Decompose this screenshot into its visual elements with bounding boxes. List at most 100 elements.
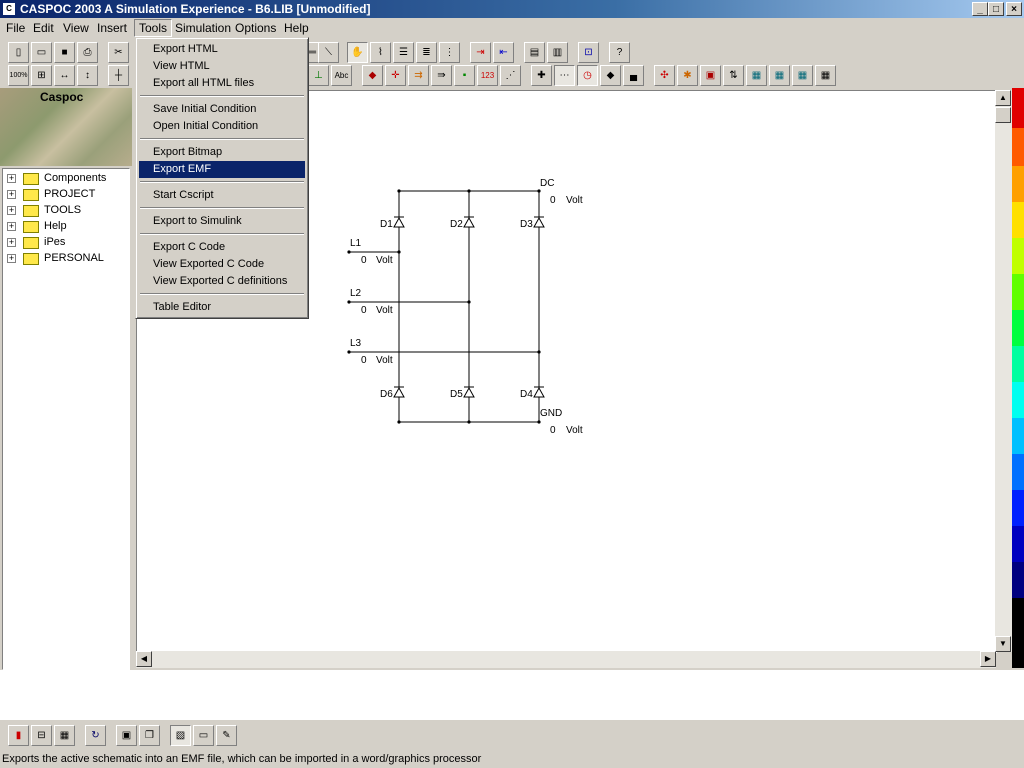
menu-item-export-c-code[interactable]: Export C Code	[139, 239, 305, 256]
cut-scissors-icon[interactable]: ✂	[108, 42, 129, 63]
menu-help[interactable]: Help	[284, 21, 309, 35]
new-file-icon[interactable]: ▯	[8, 42, 29, 63]
diode-d2[interactable]	[463, 216, 475, 228]
output-connector-icon[interactable]: ⇤	[493, 42, 514, 63]
scope-tool-icon[interactable]: ⌇	[370, 42, 391, 63]
color-palette-bar[interactable]	[1012, 88, 1024, 668]
menu-item-start-cscript[interactable]: Start Cscript	[139, 187, 305, 204]
list-icon[interactable]: ☰	[393, 42, 414, 63]
scroll-up-arrow-icon[interactable]: ▲	[995, 90, 1011, 106]
chip-icon-2[interactable]: ▦	[769, 65, 790, 86]
vertical-scroll-thumb[interactable]	[995, 107, 1011, 123]
text-tool-button[interactable]: Abc	[331, 65, 352, 86]
hand-tool-icon[interactable]: ✋	[347, 42, 368, 63]
transfer-icon[interactable]: ⇉	[408, 65, 429, 86]
menu-file[interactable]: File	[6, 21, 25, 35]
block-icon[interactable]: ▪	[454, 65, 475, 86]
bottom-refresh-icon[interactable]: ↻	[85, 725, 106, 746]
scroll-left-arrow-icon[interactable]: ◀	[136, 651, 152, 667]
menu-item-save-initial-condition[interactable]: Save Initial Condition	[139, 101, 305, 118]
parameters-icon[interactable]: ⋮	[439, 42, 460, 63]
menu-item-export-html[interactable]: Export HTML	[139, 41, 305, 58]
menu-item-view-exported-c-code[interactable]: View Exported C Code	[139, 256, 305, 273]
app-icon[interactable]: C	[3, 3, 15, 15]
vertical-scrollbar[interactable]: ▲ ▼	[995, 90, 1012, 652]
node-cross-icon[interactable]: ✛	[385, 65, 406, 86]
zoom-width-icon[interactable]: ↔	[54, 65, 75, 86]
zoom-height-icon[interactable]: ↕	[77, 65, 98, 86]
forward-arrows-icon[interactable]: ⇛	[431, 65, 452, 86]
clock-icon[interactable]: ◷	[577, 65, 598, 86]
menu-item-view-exported-c-definitions[interactable]: View Exported C definitions	[139, 273, 305, 290]
bottom-cascade-icon[interactable]: ❐	[139, 725, 160, 746]
run-icon[interactable]: ◆	[600, 65, 621, 86]
menu-simulation[interactable]: Simulation	[175, 21, 231, 35]
grid-icon[interactable]: ⋯	[554, 65, 575, 86]
scroll-right-arrow-icon[interactable]: ▶	[980, 651, 996, 667]
expand-icon[interactable]: +	[7, 254, 16, 263]
bottom-image-icon[interactable]: ▧	[170, 725, 191, 746]
diode-d3[interactable]	[533, 216, 545, 228]
simulation-step-icon[interactable]: ▣	[700, 65, 721, 86]
diode-d5[interactable]	[463, 386, 475, 398]
menu-item-export-emf[interactable]: Export EMF	[139, 161, 305, 178]
counter-button[interactable]: 123	[477, 65, 498, 86]
zoom-fit-icon[interactable]: ⊞	[31, 65, 52, 86]
probe-icon[interactable]: ⊥	[308, 65, 329, 86]
bottom-window-icon[interactable]: ▣	[116, 725, 137, 746]
menu-item-view-html[interactable]: View HTML	[139, 58, 305, 75]
save-disk-icon[interactable]: ■	[54, 42, 75, 63]
bottom-hierarchy-icon[interactable]: ⊟	[31, 725, 52, 746]
library-save-icon[interactable]: ▥	[547, 42, 568, 63]
crosshair-icon[interactable]: ✚	[531, 65, 552, 86]
bottom-folder-icon[interactable]: ▭	[193, 725, 214, 746]
network-icon[interactable]: ⊡	[578, 42, 599, 63]
node-unit-gnd: Volt	[566, 425, 583, 436]
menu-options[interactable]: Options	[235, 21, 276, 35]
properties-icon[interactable]: ≣	[416, 42, 437, 63]
stop-icon[interactable]: ▄	[623, 65, 644, 86]
menu-edit[interactable]: Edit	[33, 21, 54, 35]
menu-item-export-to-simulink[interactable]: Export to Simulink	[139, 213, 305, 230]
bottom-edit-icon[interactable]: ✎	[216, 725, 237, 746]
minimize-button[interactable]: _	[972, 2, 988, 16]
menu-item-export-all-html[interactable]: Export all HTML files	[139, 75, 305, 92]
menu-insert[interactable]: Insert	[97, 21, 127, 35]
library-open-icon[interactable]: ▤	[524, 42, 545, 63]
expand-icon[interactable]: +	[7, 190, 16, 199]
bottom-component-icon[interactable]: ▮	[8, 725, 29, 746]
simulation-start-icon[interactable]: ✣	[654, 65, 675, 86]
simulation-continue-icon[interactable]: ✱	[677, 65, 698, 86]
input-arrow-icon[interactable]: ⇥	[470, 42, 491, 63]
close-button[interactable]: ×	[1006, 2, 1022, 16]
scroll-down-arrow-icon[interactable]: ▼	[995, 636, 1011, 652]
table-icon[interactable]: ▦	[815, 65, 836, 86]
horizontal-scrollbar[interactable]: ◀ ▶	[136, 651, 996, 668]
help-question-icon[interactable]: ?	[609, 42, 630, 63]
zoom-100-button[interactable]: 100%	[8, 65, 29, 86]
menu-tools[interactable]: Tools	[134, 19, 173, 37]
expand-icon[interactable]: +	[7, 174, 16, 183]
diode-d1[interactable]	[393, 216, 405, 228]
menu-item-open-initial-condition[interactable]: Open Initial Condition	[139, 118, 305, 135]
diode-label-d1: D1	[380, 219, 393, 230]
graph-icon[interactable]: ⋰	[500, 65, 521, 86]
maximize-button[interactable]: □	[988, 2, 1004, 16]
chip-icon-3[interactable]: ▦	[792, 65, 813, 86]
diode-d4[interactable]	[533, 386, 545, 398]
print-icon[interactable]: ⎙	[77, 42, 98, 63]
bottom-chip-icon[interactable]: ▦	[54, 725, 75, 746]
menu-view[interactable]: View	[63, 21, 89, 35]
open-folder-icon[interactable]: ▭	[31, 42, 52, 63]
junction-tool-icon[interactable]: ┼	[108, 65, 129, 86]
component-icon[interactable]: ◆	[362, 65, 383, 86]
expand-icon[interactable]: +	[7, 238, 16, 247]
chip-icon-1[interactable]: ▦	[746, 65, 767, 86]
line-tool-icon[interactable]: ⟍	[318, 42, 339, 63]
expand-icon[interactable]: +	[7, 206, 16, 215]
menu-item-table-editor[interactable]: Table Editor	[139, 299, 305, 316]
diode-d6[interactable]	[393, 386, 405, 398]
menu-item-export-bitmap[interactable]: Export Bitmap	[139, 144, 305, 161]
sort-icon[interactable]: ⇅	[723, 65, 744, 86]
expand-icon[interactable]: +	[7, 222, 16, 231]
